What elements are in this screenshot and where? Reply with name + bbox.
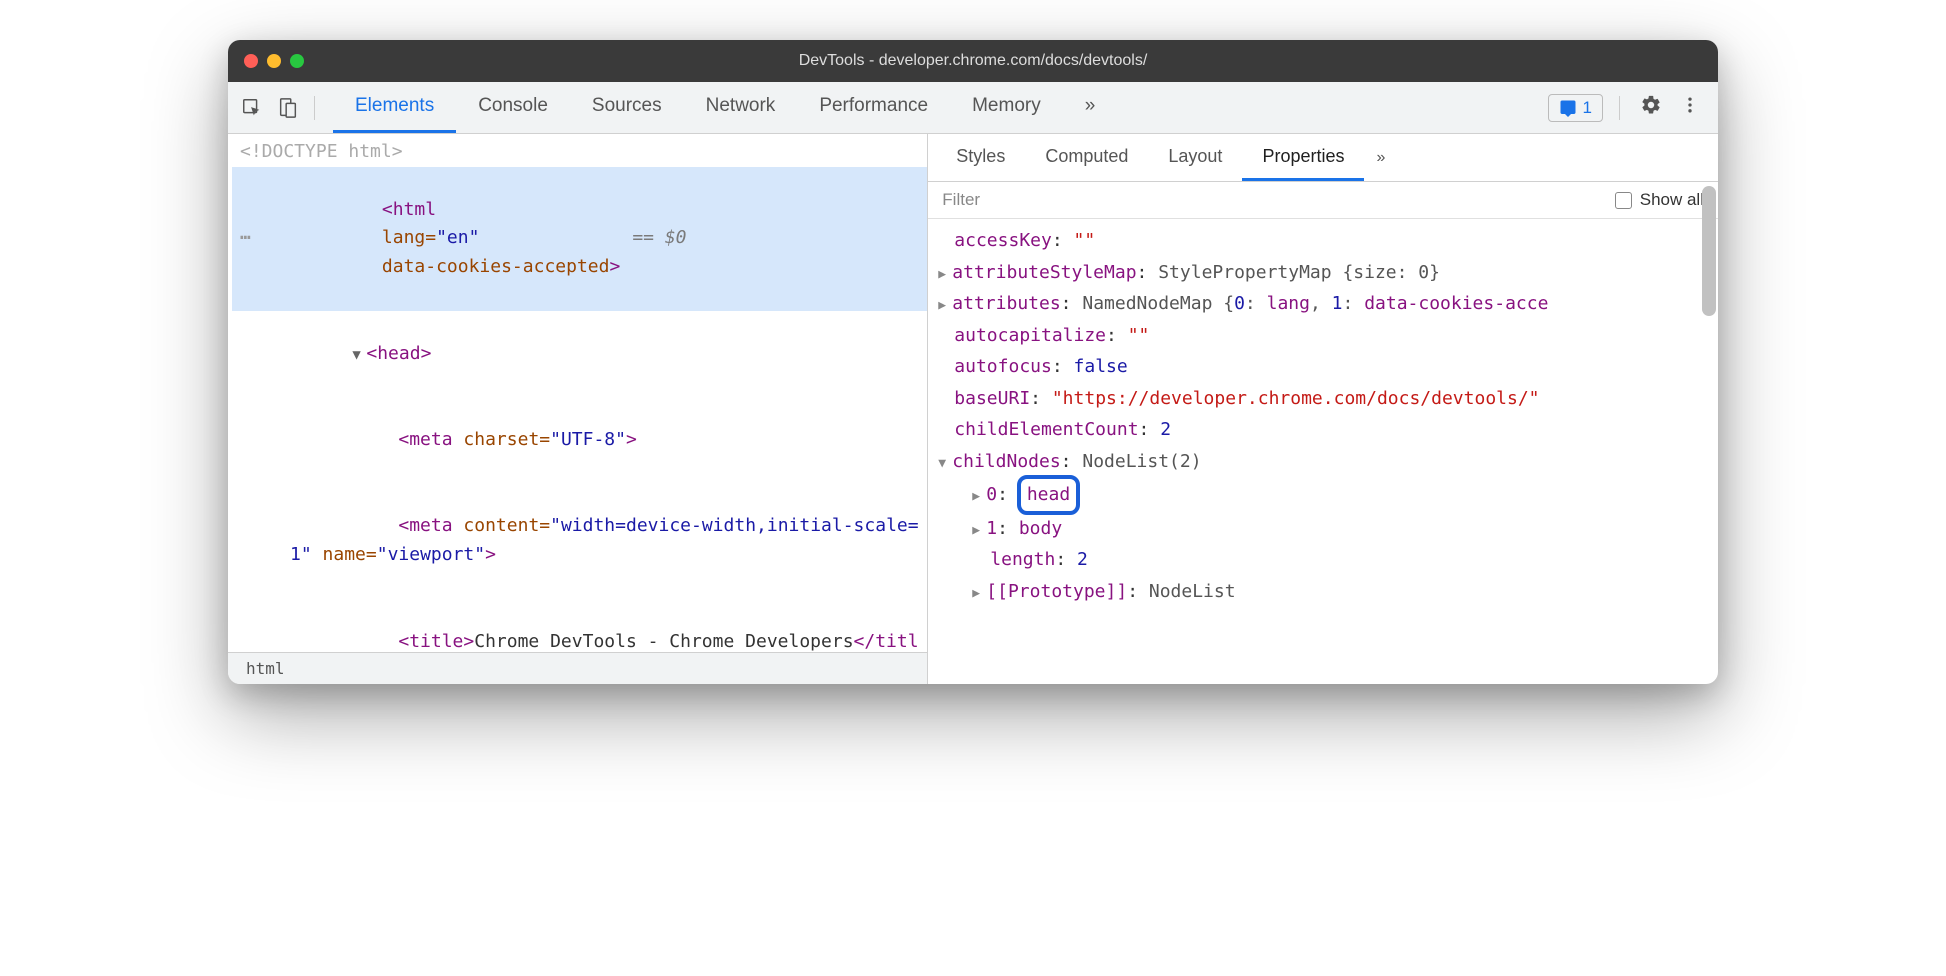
elements-dom-panel: <!DOCTYPE html> ⋯ <html lang="en" data-c… (228, 134, 928, 684)
tab-performance[interactable]: Performance (797, 82, 950, 133)
settings-gear-icon[interactable] (1636, 90, 1666, 125)
expand-triangle-icon[interactable]: ▶ (972, 583, 986, 606)
main-tabs: Elements Console Sources Network Perform… (333, 82, 1544, 133)
prop-accesskey[interactable]: accessKey: "" (938, 225, 1708, 257)
dom-node-meta-viewport[interactable]: <meta content="width=device-width,initia… (232, 484, 927, 599)
prop-attributes[interactable]: ▶attributes: NamedNodeMap {0: lang, 1: d… (938, 288, 1708, 320)
panel-split: <!DOCTYPE html> ⋯ <html lang="en" data-c… (228, 134, 1718, 684)
more-menu-icon[interactable] (1676, 91, 1704, 124)
prop-childnodes[interactable]: ▼childNodes: NodeList(2) (938, 446, 1708, 478)
breadcrumb[interactable]: html (228, 652, 927, 684)
subtab-properties[interactable]: Properties (1242, 134, 1364, 181)
prop-childnodes-proto[interactable]: ▶[[Prototype]]: NodeList (938, 576, 1708, 608)
toolbar-divider-2 (1619, 96, 1620, 120)
expand-triangle-icon[interactable]: ▶ (972, 486, 986, 509)
window-title: DevTools - developer.chrome.com/docs/dev… (228, 52, 1718, 70)
issues-icon (1559, 99, 1577, 117)
tab-elements[interactable]: Elements (333, 82, 456, 133)
minimize-window-button[interactable] (267, 54, 281, 68)
toolbar-right: 1 (1548, 90, 1710, 125)
prop-childnodes-1[interactable]: ▶1: body (938, 513, 1708, 545)
prop-childelementcount[interactable]: childElementCount: 2 (938, 414, 1708, 446)
titlebar: DevTools - developer.chrome.com/docs/dev… (228, 40, 1718, 82)
highlighted-value: head (1017, 475, 1080, 515)
device-toolbar-icon[interactable] (272, 92, 304, 124)
expand-triangle-icon[interactable]: ▶ (938, 295, 952, 318)
dom-node-title[interactable]: <title>Chrome DevTools - Chrome Develope… (232, 599, 927, 652)
issues-badge[interactable]: 1 (1548, 94, 1603, 122)
maximize-window-button[interactable] (290, 54, 304, 68)
prop-attributestylemap[interactable]: ▶attributeStyleMap: StylePropertyMap {si… (938, 257, 1708, 289)
tab-network[interactable]: Network (684, 82, 798, 133)
dom-node-html[interactable]: ⋯ <html lang="en" data-cookies-accepted>… (232, 167, 927, 311)
prop-childnodes-0[interactable]: ▶0: head (938, 477, 1708, 513)
sidebar-panel: Styles Computed Layout Properties » Show… (928, 134, 1718, 684)
subtab-overflow[interactable]: » (1364, 134, 1397, 181)
expand-triangle-icon[interactable]: ▶ (938, 264, 952, 287)
toolbar-divider (314, 96, 315, 120)
prop-baseuri[interactable]: baseURI: "https://developer.chrome.com/d… (938, 383, 1708, 415)
scrollbar-thumb[interactable] (1702, 186, 1716, 316)
prop-autocapitalize[interactable]: autocapitalize: "" (938, 320, 1708, 352)
selected-node-ref: == $0 (632, 224, 686, 253)
show-all-checkbox[interactable] (1615, 192, 1632, 209)
tab-overflow[interactable]: » (1063, 82, 1118, 133)
breadcrumb-item-html[interactable]: html (240, 657, 291, 680)
subtab-layout[interactable]: Layout (1148, 134, 1242, 181)
close-window-button[interactable] (244, 54, 258, 68)
tab-memory[interactable]: Memory (950, 82, 1063, 133)
ellipsis-icon: ⋯ (240, 224, 252, 253)
dom-node-meta-charset[interactable]: <meta charset="UTF-8"> (232, 397, 927, 483)
properties-list[interactable]: accessKey: "" ▶attributeStyleMap: StyleP… (928, 219, 1718, 684)
show-all-label: Show all (1640, 190, 1704, 210)
devtools-window: DevTools - developer.chrome.com/docs/dev… (228, 40, 1718, 684)
main-toolbar: Elements Console Sources Network Perform… (228, 82, 1718, 134)
inspect-element-icon[interactable] (236, 92, 268, 124)
disclosure-triangle-icon[interactable]: ▼ (352, 344, 366, 366)
traffic-lights (244, 54, 304, 68)
subtab-styles[interactable]: Styles (936, 134, 1025, 181)
prop-autofocus[interactable]: autofocus: false (938, 351, 1708, 383)
tab-sources[interactable]: Sources (570, 82, 684, 133)
tab-console[interactable]: Console (456, 82, 570, 133)
expand-triangle-icon[interactable]: ▶ (972, 520, 986, 543)
subtab-computed[interactable]: Computed (1025, 134, 1148, 181)
dom-doctype: <!DOCTYPE html> (232, 138, 927, 167)
issues-count: 1 (1583, 98, 1592, 118)
show-all-toggle[interactable]: Show all (1615, 190, 1704, 210)
properties-filter-row: Show all (928, 182, 1718, 219)
sidebar-tabs: Styles Computed Layout Properties » (928, 134, 1718, 182)
collapse-triangle-icon[interactable]: ▼ (938, 453, 952, 476)
prop-childnodes-length[interactable]: length: 2 (938, 544, 1708, 576)
dom-tree[interactable]: <!DOCTYPE html> ⋯ <html lang="en" data-c… (228, 134, 927, 652)
dom-node-head[interactable]: ▼<head> (232, 311, 927, 397)
properties-filter-input[interactable] (942, 190, 1602, 210)
